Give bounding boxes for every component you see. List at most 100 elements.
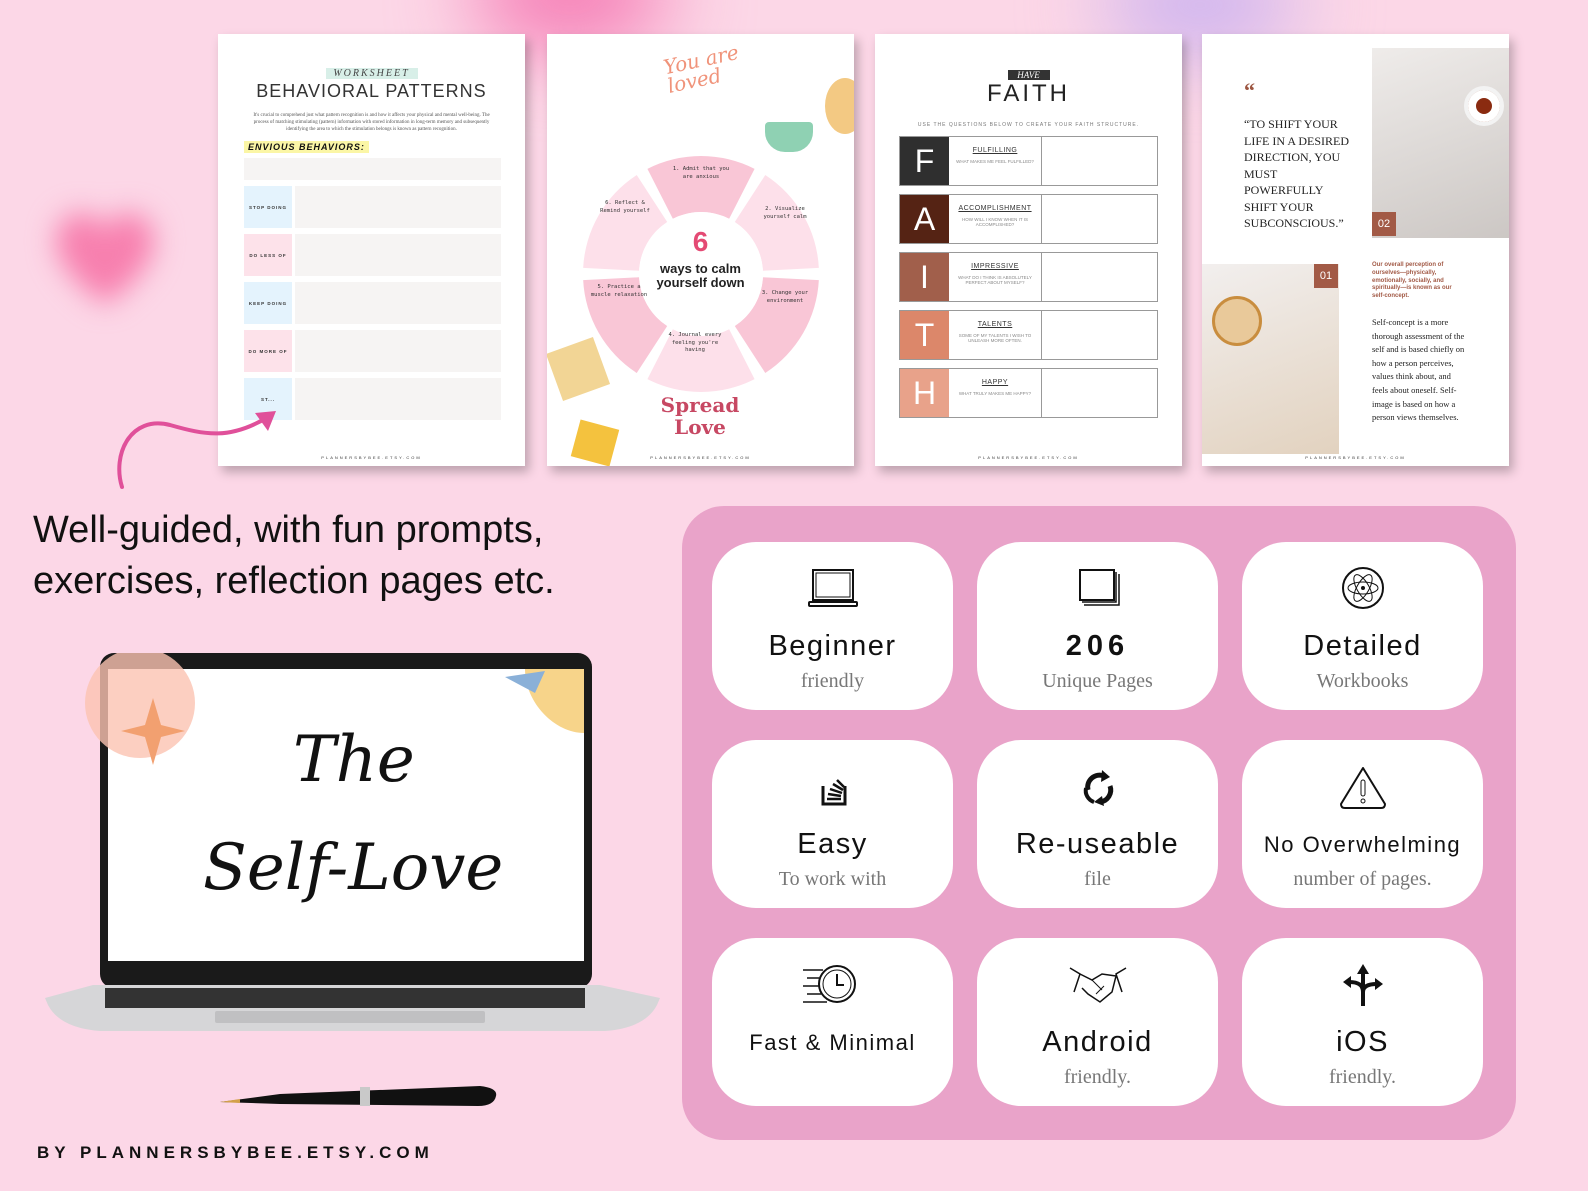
worksheet-intro: It's crucial to comprehend just what pat… — [253, 113, 490, 132]
recycle-icon — [1083, 770, 1113, 806]
faith-word: ACCOMPLISHMENT — [958, 205, 1032, 212]
lead-text: Our overall perception of ourselves—phys… — [1372, 262, 1452, 300]
row-cell — [295, 330, 501, 372]
faith-prompt: SOME OF MY TALENTS I WISH TO UNLEASH MOR… — [958, 333, 1032, 343]
faith-row: T TALENTS SOME OF MY TALENTS I WISH TO UNL… — [899, 310, 1158, 360]
feature-title: Beginner — [768, 630, 897, 662]
footer-brand: BY PLANNERSBYBEE.ETSY.COM — [37, 1143, 434, 1162]
atom-icon — [1341, 567, 1384, 609]
page-footer: PLANNERSBYBEE.ETSY.COM — [978, 455, 1079, 460]
feature-subtitle: number of pages. — [1293, 868, 1432, 890]
faith-question: IMPRESSIVE WHAT DO I THINK IS ABSOLUTELY … — [949, 253, 1042, 301]
row-label: STOP DOING — [244, 186, 292, 228]
laptop-title-line2: Self-Love — [203, 831, 504, 905]
badge-02: 02 — [1372, 212, 1396, 236]
faith-letter: T — [900, 311, 949, 359]
feature-card: 206 Unique Pages — [977, 542, 1218, 710]
row-cell — [295, 234, 501, 276]
faith-question: TALENTS SOME OF MY TALENTS I WISH TO UNLE… — [949, 311, 1042, 359]
faith-row: A ACCOMPLISHMENT HOW WILL I KNOW WHEN IT I… — [899, 194, 1158, 244]
feature-subtitle: Unique Pages — [1042, 670, 1153, 692]
feature-title: Detailed — [1303, 630, 1422, 662]
feature-card: Re-useable file — [977, 740, 1218, 908]
laptop-icon — [807, 569, 858, 607]
faith-answer-box — [1042, 369, 1157, 417]
heart-icon — [40, 190, 170, 320]
worksheet-row: DO LESS OF — [244, 234, 501, 276]
faith-letter: F — [900, 137, 949, 185]
worksheet-row: DO MORE OF — [244, 330, 501, 372]
faith-row: F FULFILLING WHAT MAKES ME FEEL FULFILLED? — [899, 136, 1158, 186]
entry-bar — [244, 158, 501, 180]
row-label: KEEP DOING — [244, 282, 292, 324]
quote-text: “TO SHIFT YOUR LIFE IN A DESIRED DIRECTI… — [1244, 117, 1349, 231]
faith-title: FAITH — [986, 80, 1070, 107]
faith-letter: A — [900, 195, 949, 243]
pages-stack-icon — [1078, 569, 1120, 606]
calm-step: 2. Visualize yourself calm — [763, 206, 807, 220]
row-label: DO MORE OF — [244, 330, 292, 372]
faith-word: TALENTS — [977, 321, 1013, 328]
stack-icon — [821, 779, 846, 806]
row-cell — [295, 378, 501, 420]
faith-prompt: HOW WILL I KNOW WHEN IT IS ACCOMPLISHED? — [961, 217, 1028, 227]
calm-number: 6 — [692, 226, 709, 257]
feature-title: No Overwhelming — [1263, 832, 1462, 857]
faith-answer-box — [1042, 311, 1157, 359]
you-are-loved-script: You are loved — [661, 39, 741, 98]
warning-icon — [1339, 767, 1386, 809]
fast-clock-icon — [802, 965, 856, 1003]
mug-icon — [765, 122, 813, 152]
handshake-icon — [1069, 967, 1126, 1003]
feature-card: Beginner friendly — [712, 542, 953, 710]
calm-step: 3. Change your environment — [761, 290, 809, 304]
palette-icon — [825, 78, 854, 134]
feature-title: iOS — [1336, 1026, 1389, 1058]
calm-step: 5. Practice a muscle relaxation — [590, 284, 648, 298]
feature-title: Re-useable — [1015, 828, 1180, 860]
tea-photo — [1372, 48, 1509, 238]
laptop-title-line1: The — [293, 723, 415, 797]
feature-subtitle: friendly. — [1328, 1066, 1396, 1088]
worksheet-row: KEEP DOING — [244, 282, 501, 324]
feature-card: No Overwhelming number of pages. — [1242, 740, 1483, 908]
feature-title: Android — [1042, 1026, 1153, 1058]
faith-page: HAVE FAITH USE THE QUESTIONS BELOW TO CR… — [875, 34, 1182, 466]
self-concept-page: “ “TO SHIFT YOUR LIFE IN A DESIRED DIREC… — [1202, 34, 1509, 466]
calm-step: 1. Admit that you are anxious — [672, 166, 730, 180]
calm-step: 6. Reflect & Remind yourself — [600, 200, 650, 214]
faith-word: FULFILLING — [972, 147, 1018, 154]
headline: Well-guided, with fun prompts, exercises… — [33, 505, 555, 607]
feature-subtitle: file — [1084, 868, 1111, 890]
faith-answer-box — [1042, 253, 1157, 301]
faith-word: IMPRESSIVE — [971, 263, 1019, 270]
directions-icon — [1342, 964, 1383, 1006]
row-cell — [295, 282, 501, 324]
faith-question: ACCOMPLISHMENT HOW WILL I KNOW WHEN IT IS… — [949, 195, 1042, 243]
feature-card: Easy To work with — [712, 740, 953, 908]
faith-question: HAPPY WHAT TRULY MAKES ME HAPPY? — [949, 369, 1042, 417]
feature-subtitle: friendly. — [1063, 1066, 1131, 1088]
faith-prompt: WHAT DO I THINK IS ABSOLUTELY PERFECT AB… — [958, 275, 1032, 285]
faith-answer-box — [1042, 137, 1157, 185]
worksheet-title: BEHAVIORAL PATTERNS — [256, 81, 487, 101]
faith-word: HAPPY — [981, 379, 1009, 386]
page-footer: PLANNERSBYBEE.ETSY.COM — [1305, 455, 1406, 460]
feature-subtitle: To work with — [778, 868, 887, 890]
faith-question: FULFILLING WHAT MAKES ME FEEL FULFILLED? — [949, 137, 1042, 185]
quote-mark-icon: “ — [1244, 78, 1255, 103]
faith-answer-box — [1042, 195, 1157, 243]
arrow-icon — [117, 411, 276, 489]
faith-letter: H — [900, 369, 949, 417]
badge-01: 01 — [1314, 264, 1338, 288]
faith-prompt: WHAT MAKES ME FEEL FULFILLED? — [956, 159, 1034, 164]
headline-line: exercises, reflection pages etc. — [33, 560, 555, 602]
laptop-mockup: The Self-Love — [45, 648, 665, 1053]
faith-letter: I — [900, 253, 949, 301]
calm-step: 4. Journal every feeling you're having — [668, 332, 722, 354]
coffee-photo — [1202, 264, 1339, 454]
feature-title: Fast & Minimal — [749, 1030, 916, 1055]
row-label: DO LESS OF — [244, 234, 292, 276]
faith-instruction: USE THE QUESTIONS BELOW TO CREATE YOUR F… — [917, 122, 1140, 128]
feature-subtitle: friendly — [800, 670, 865, 692]
